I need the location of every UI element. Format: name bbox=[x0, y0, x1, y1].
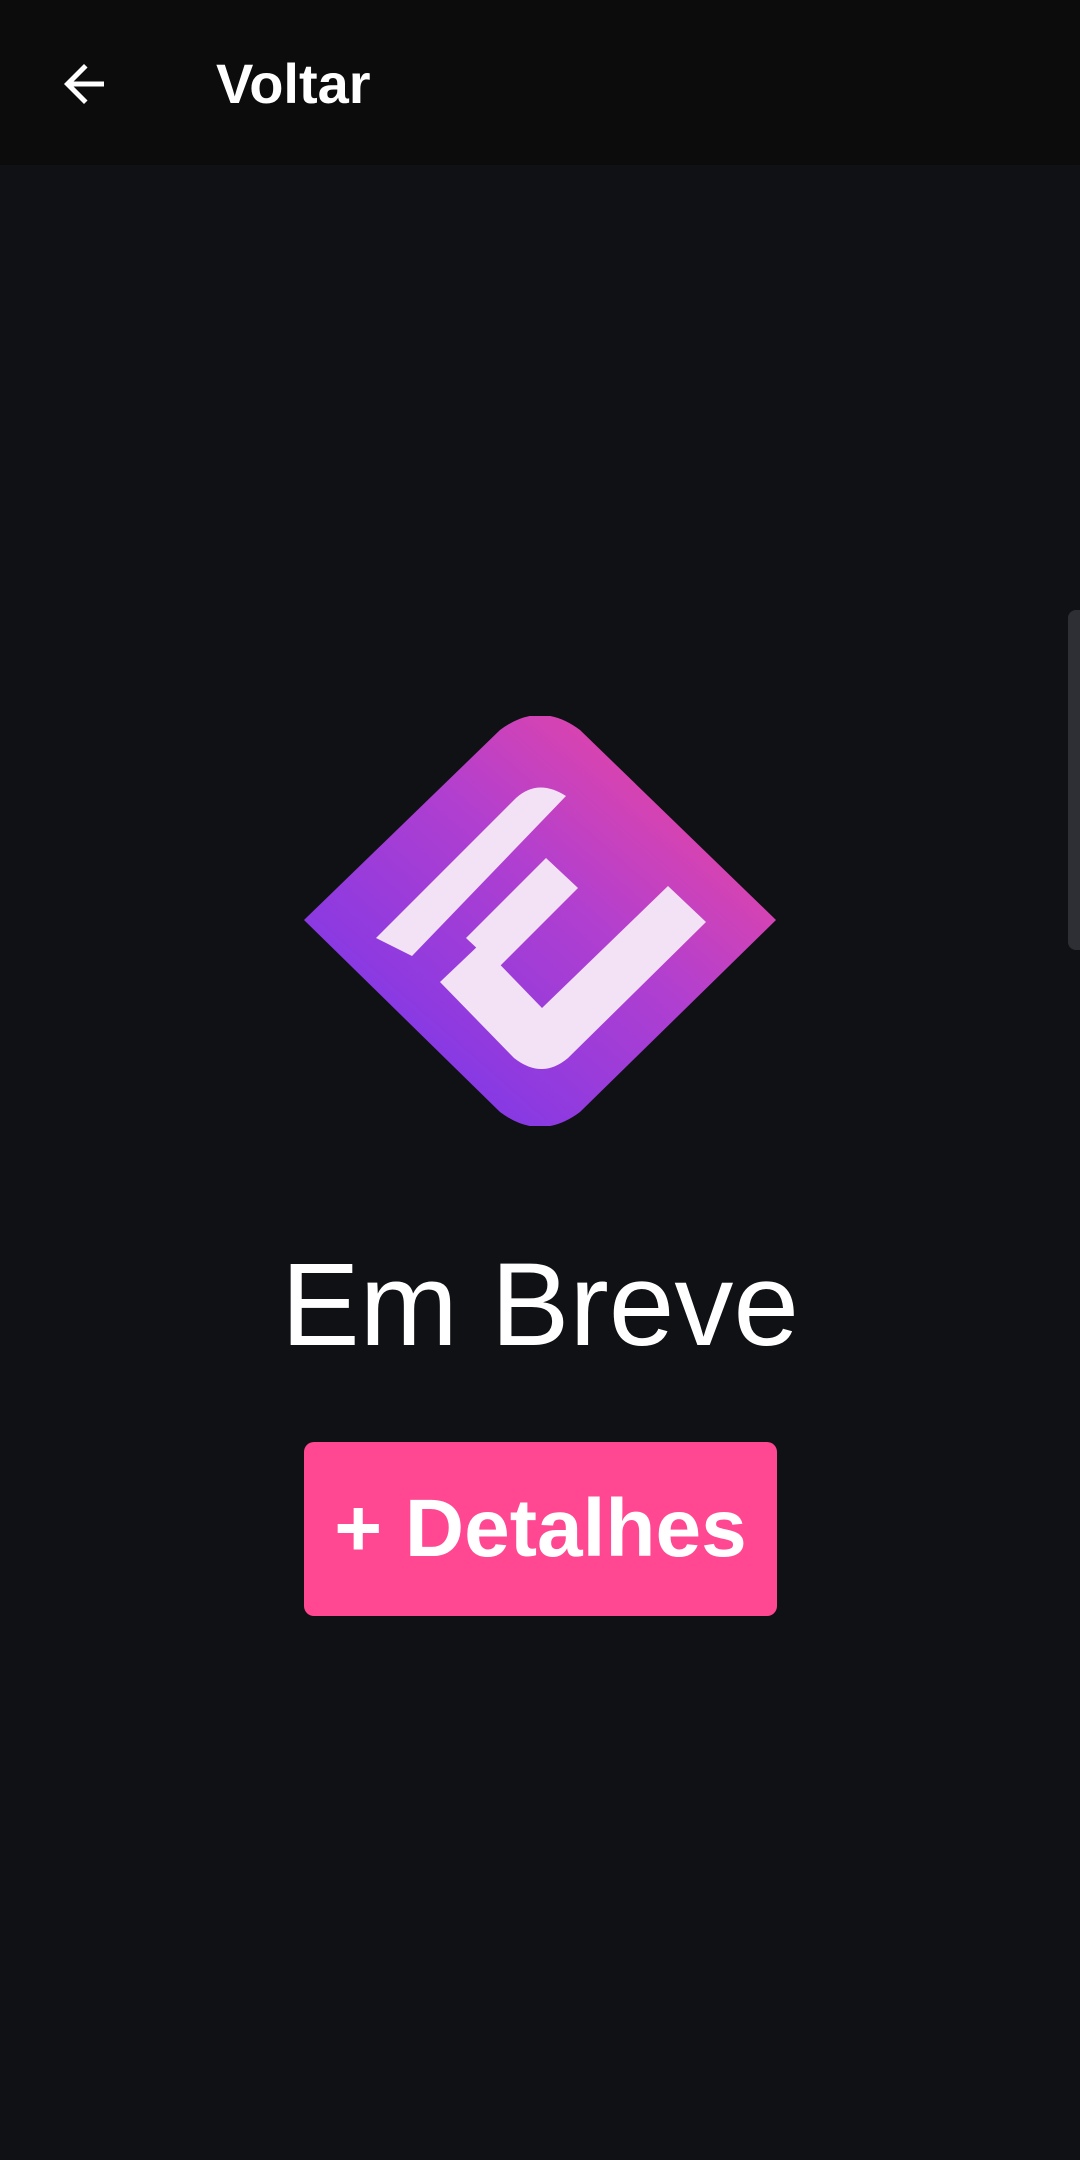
back-label[interactable]: Voltar bbox=[216, 44, 371, 124]
details-button[interactable]: + Detalhes bbox=[304, 1442, 777, 1616]
screen: Voltar Em Breve + Detalhes bbox=[0, 0, 1080, 2160]
top-app-bar: Voltar bbox=[0, 0, 1080, 165]
back-button[interactable] bbox=[40, 40, 128, 128]
app-logo-icon bbox=[304, 715, 776, 1127]
scroll-handle[interactable] bbox=[1068, 610, 1080, 950]
coming-soon-title: Em Breve bbox=[280, 1239, 800, 1371]
arrow-left-icon bbox=[64, 64, 104, 104]
app-logo bbox=[298, 715, 782, 1127]
